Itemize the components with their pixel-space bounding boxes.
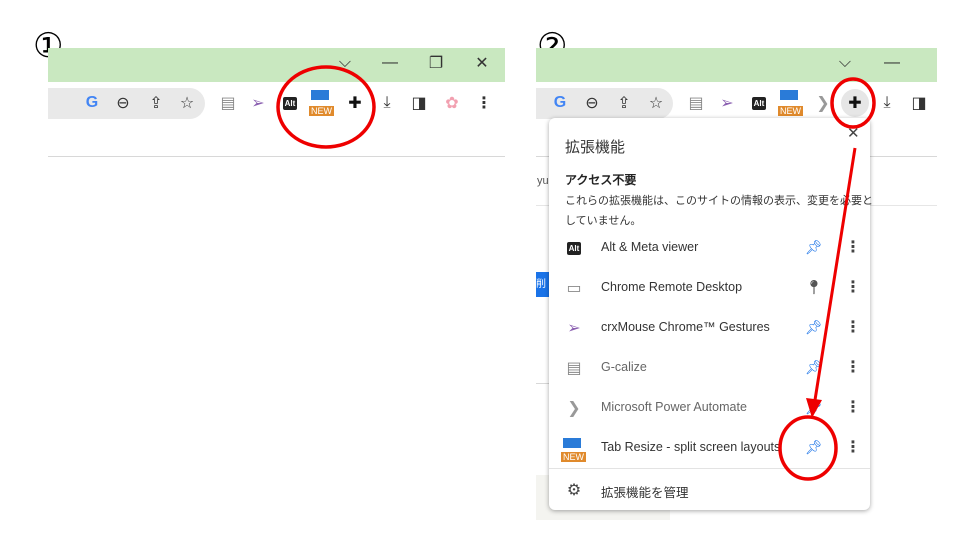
annotation-arrow: [813, 147, 857, 401]
highlight-circle: [778, 415, 838, 481]
highlight-circle: [276, 65, 376, 149]
annotation-layer: [276, 65, 876, 481]
highlight-circle: [830, 77, 876, 129]
arrow-head: [806, 398, 822, 418]
